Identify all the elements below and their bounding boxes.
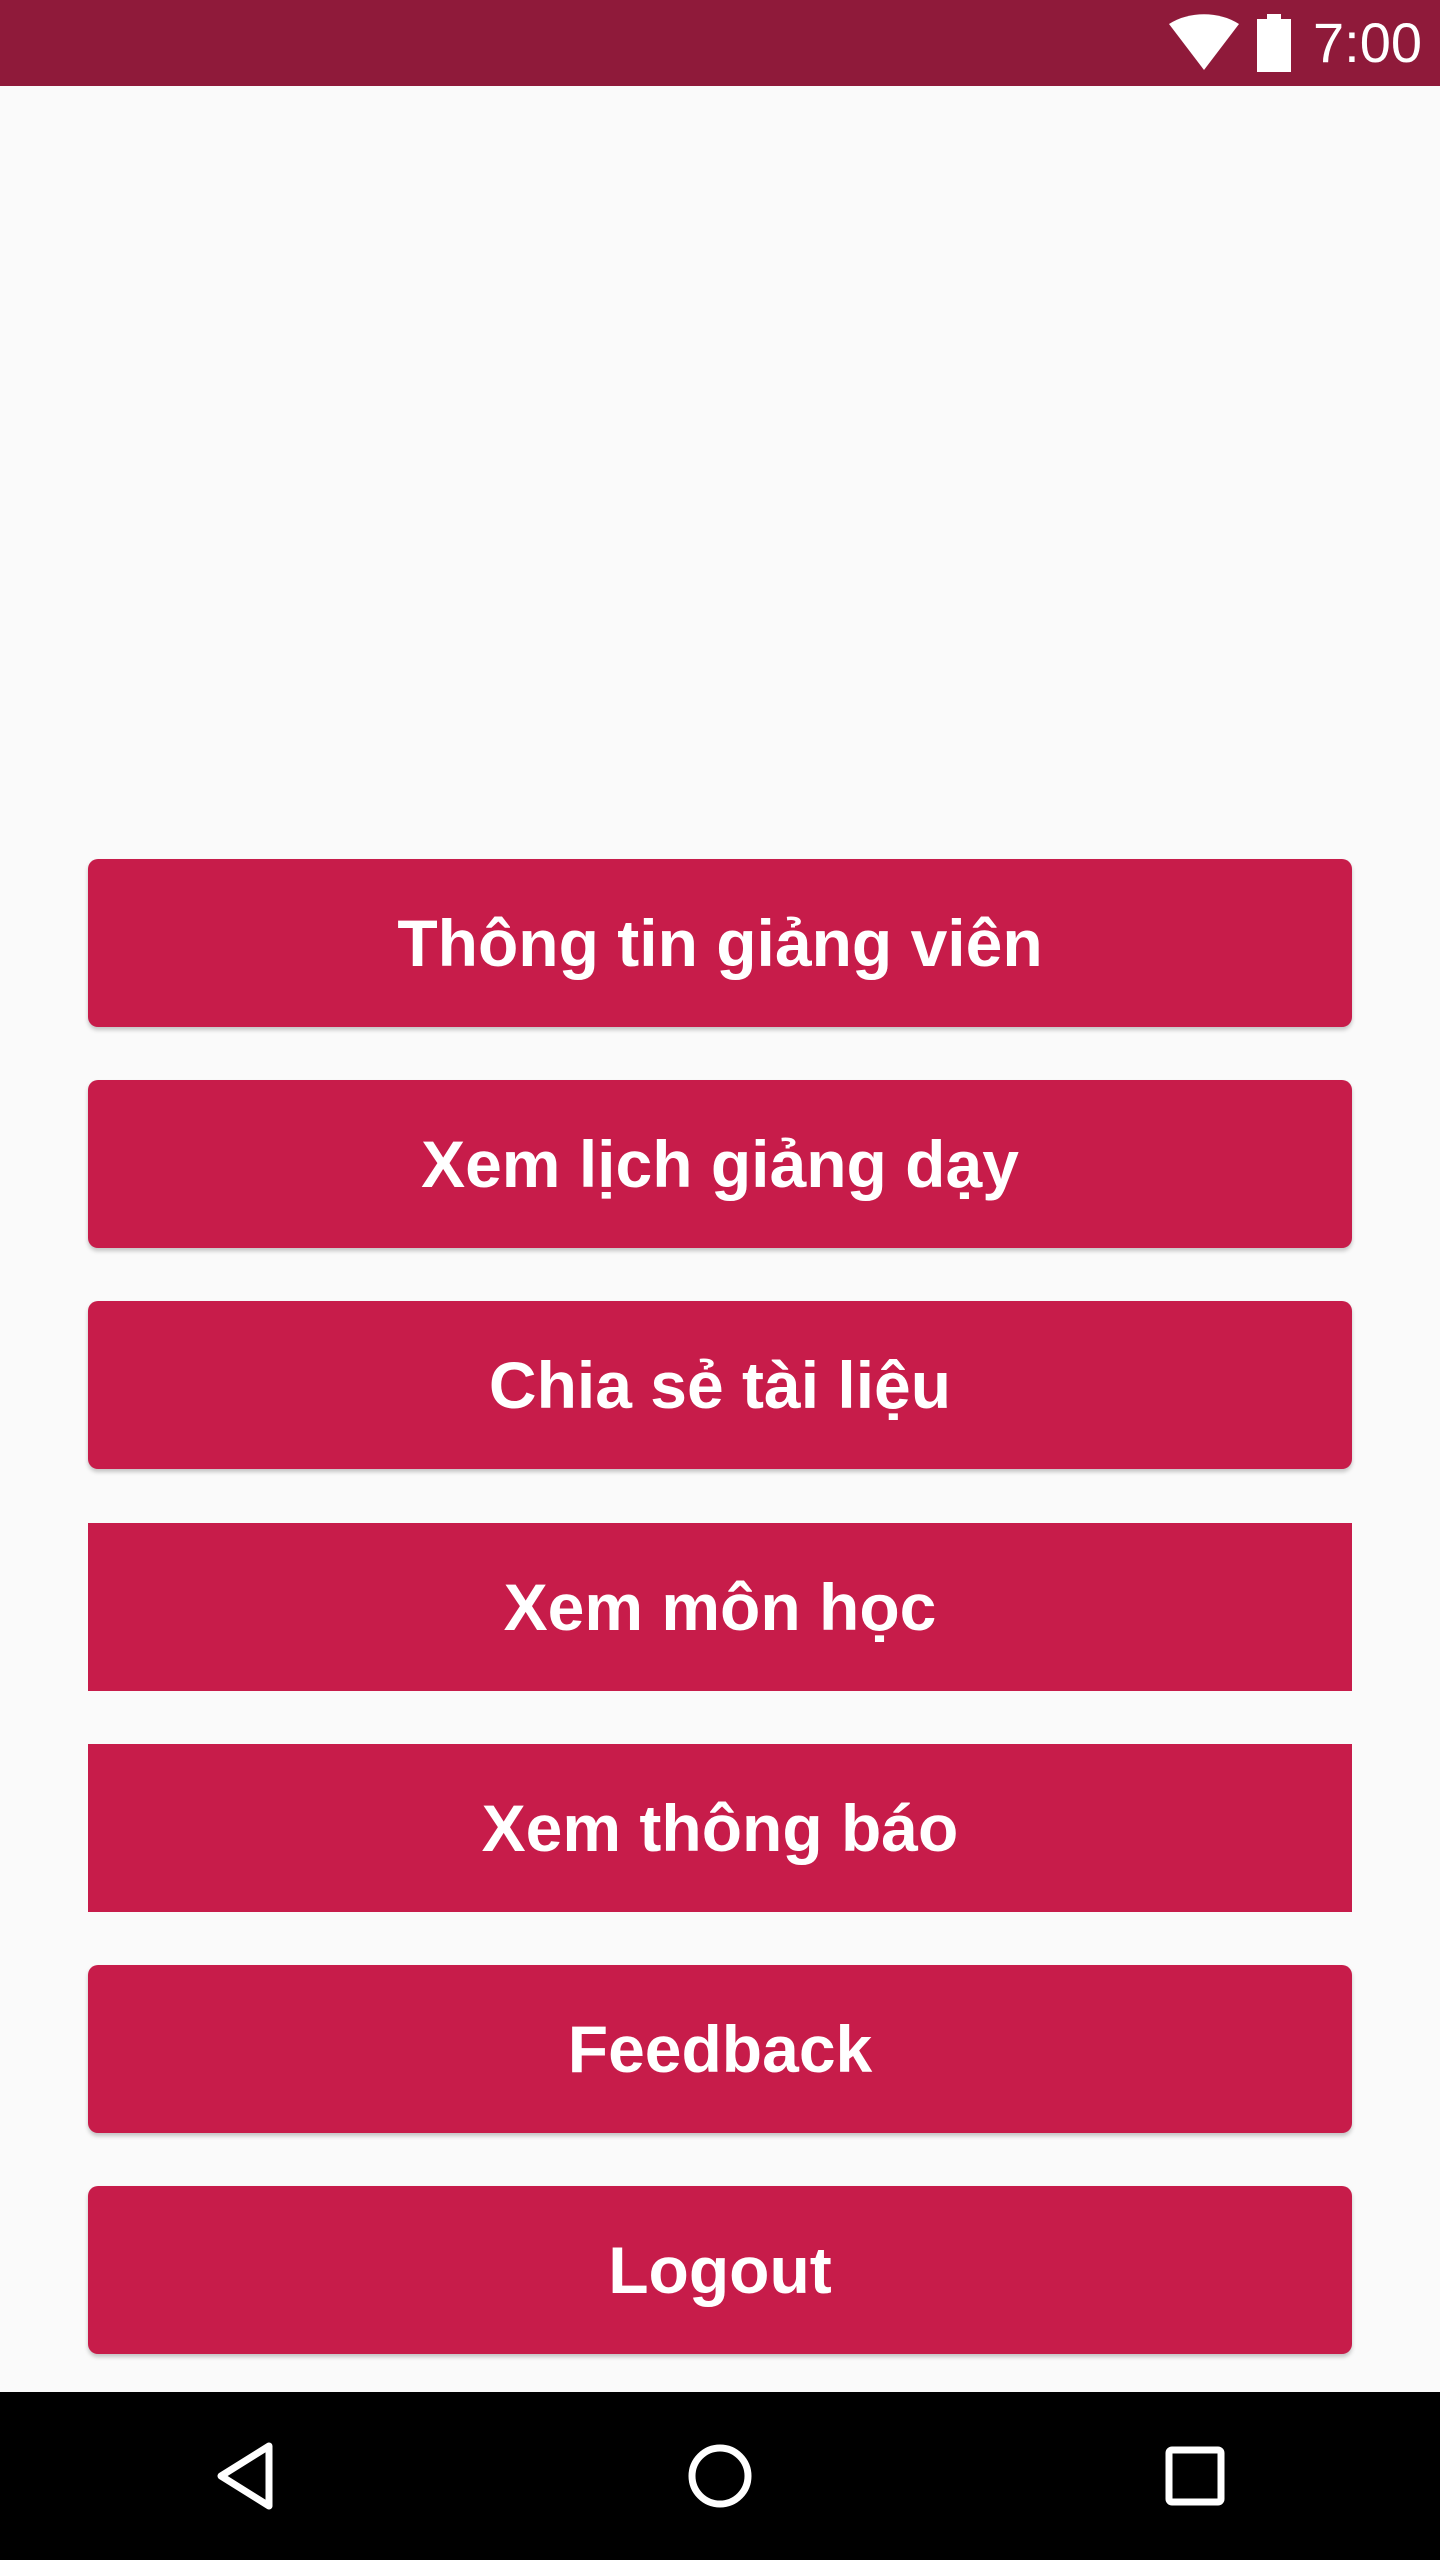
status-bar: 7:00 [0,0,1440,86]
battery-icon [1257,14,1291,72]
wifi-icon [1169,14,1239,70]
teaching-schedule-button[interactable]: Xem lịch giảng dạy [88,1080,1352,1248]
back-button[interactable] [145,2392,345,2560]
lecturer-info-button[interactable]: Thông tin giảng viên [88,859,1352,1027]
back-icon [217,2442,273,2510]
feedback-button[interactable]: Feedback [88,1965,1352,2133]
logout-button[interactable]: Logout [88,2186,1352,2354]
share-documents-button[interactable]: Chia sẻ tài liệu [88,1301,1352,1469]
status-time: 7:00 [1313,11,1422,74]
home-button[interactable] [620,2392,820,2560]
main-content: Thông tin giảng viên Xem lịch giảng dạy … [0,86,1440,2392]
navigation-bar [0,2392,1440,2560]
view-subjects-button[interactable]: Xem môn học [88,1523,1352,1691]
home-icon [688,2444,752,2508]
view-notifications-button[interactable]: Xem thông báo [88,1744,1352,1912]
status-icons: 7:00 [1167,0,1422,86]
recents-icon [1165,2446,1225,2506]
recents-button[interactable] [1095,2392,1295,2560]
